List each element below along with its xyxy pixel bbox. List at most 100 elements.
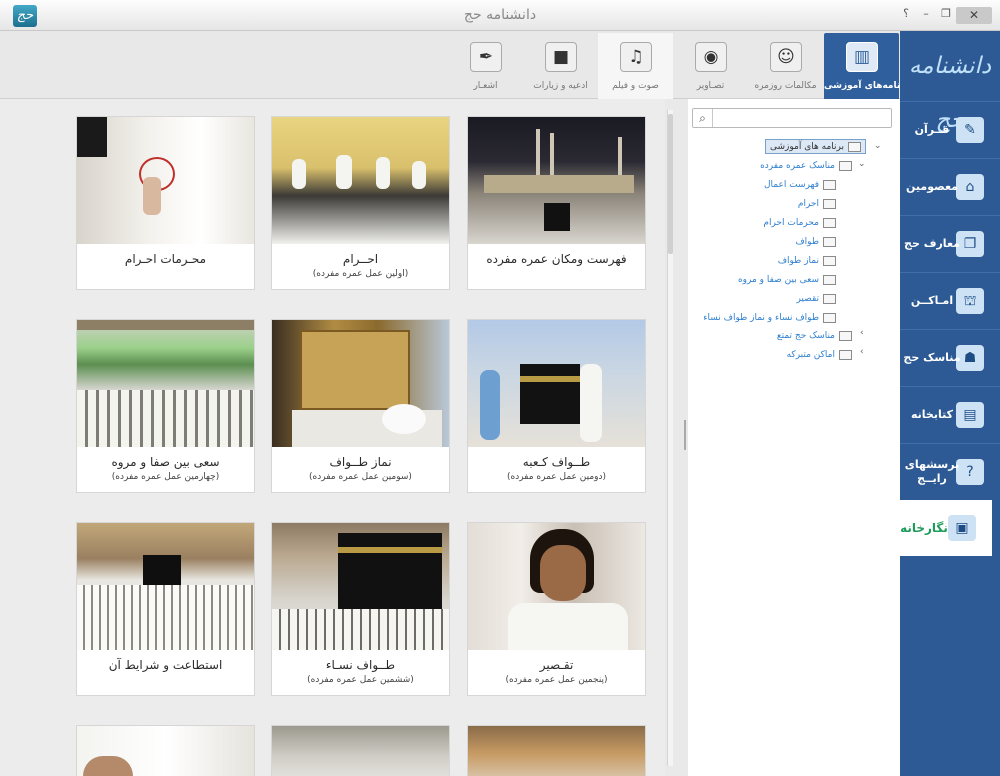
- tab-daily-conversations[interactable]: ☺ مکالمات روزمره: [748, 33, 823, 99]
- tree-item-label: تقصیر: [796, 293, 819, 304]
- tab-label: تصـاویر: [696, 81, 725, 91]
- chevron-left-icon[interactable]: ‹: [860, 347, 864, 357]
- chevron-left-icon[interactable]: ‹: [860, 328, 864, 338]
- tree-item-ihram[interactable]: احرام: [688, 195, 836, 212]
- gallery-card[interactable]: احــرام (اولین عمل عمره مفرده): [271, 116, 450, 290]
- camera-icon: ◉: [695, 42, 727, 72]
- picture-icon: [823, 198, 836, 209]
- card-title: طــواف نسـاء: [325, 658, 396, 672]
- sidebar-item-hajj-teachings[interactable]: ❐ معارف حج: [900, 215, 1000, 271]
- picture-icon: [823, 217, 836, 228]
- card-photo: [468, 726, 645, 776]
- chevron-down-icon[interactable]: ⌄: [858, 159, 866, 169]
- card-title: محـرمات احـرام: [124, 252, 207, 266]
- sidebar-item-faq[interactable]: ? پرسشهای رایــج: [900, 443, 1000, 499]
- gallery-card[interactable]: تقـصیر (پنجمین عمل عمره مفرده): [467, 522, 646, 696]
- sidebar-item-label: معارف حج: [904, 236, 960, 250]
- tree-panel: ⌕ ⌄ برنامه های آموزشی ⌄ مناسک عمره مفرده…: [688, 99, 900, 776]
- gallery-grid: فهرست ومکان عمره مفرده احــرام (اولین عم…: [0, 99, 665, 776]
- tree-item-ihram-prohibitions[interactable]: محرمات احرام: [688, 214, 836, 231]
- tree-item-holy-places[interactable]: اماکن متبرکه: [688, 346, 852, 363]
- picture-icon: [823, 255, 836, 266]
- card-photo: [468, 523, 645, 650]
- sidebar-item-masoomin[interactable]: ⌂ معصومین: [900, 158, 1000, 214]
- gallery-card[interactable]: [76, 725, 255, 776]
- search-icon[interactable]: ⌕: [693, 109, 713, 127]
- gallery-scrollbar[interactable]: [667, 110, 673, 766]
- sidebar-item-label: معصومین: [906, 179, 958, 193]
- picture-icon: [839, 160, 852, 171]
- tab-training-programs[interactable]: ▥ برنامه‌های آموزشی: [824, 33, 910, 99]
- tab-label: ادعیه و زیارات: [533, 81, 588, 91]
- card-title: احــرام: [342, 252, 379, 266]
- title-bar: حج دانشنامه حج ؟ – ❐ ✕: [0, 0, 1000, 31]
- gallery-card[interactable]: فهرست ومکان عمره مفرده: [467, 116, 646, 290]
- restore-button[interactable]: ❐: [936, 7, 956, 21]
- gallery-card[interactable]: نماز طــواف (سومین عمل عمره مفرده): [271, 319, 450, 493]
- tab-images[interactable]: ◉ تصـاویر: [673, 33, 748, 99]
- gallery-card[interactable]: طــواف کـعبه (دومین عمل عمره مفرده): [467, 319, 646, 493]
- gallery-card[interactable]: [467, 725, 646, 776]
- tree-root-node[interactable]: برنامه های آموزشی: [694, 138, 866, 155]
- conversation-icon: ☺: [770, 42, 802, 72]
- sidebar-item-hajj-rituals[interactable]: ☗ مناسک حج: [900, 329, 1000, 385]
- sidebar-item-label: کتابخانه: [910, 407, 953, 421]
- tab-prayers[interactable]: ■ ادعیه و زیارات: [523, 33, 598, 99]
- tree-item-label: محرمات احرام: [763, 217, 819, 228]
- card-title: فهرست ومکان عمره مفرده: [486, 252, 627, 266]
- card-title: طــواف کـعبه: [522, 455, 591, 469]
- sidebar-item-label: امـاكــن: [910, 293, 954, 307]
- help-button[interactable]: ؟: [896, 7, 916, 21]
- scrollbar-thumb[interactable]: [668, 114, 673, 254]
- tree-search-input[interactable]: [715, 110, 889, 126]
- gallery-card[interactable]: طــواف نسـاء (ششمین عمل عمره مفرده): [271, 522, 450, 696]
- tree-item-taqsir[interactable]: تقصیر: [688, 290, 836, 307]
- gallery-card[interactable]: استطاعت و شرایط آن: [76, 522, 255, 696]
- sidebar-item-quran[interactable]: ✎ قــرآن: [900, 101, 1000, 157]
- tree-item-sai[interactable]: سعی بین صفا و مروه: [688, 271, 836, 288]
- tree-item-tawaf-nisa[interactable]: طواف نساء و نماز طواف نساء: [688, 309, 836, 326]
- tree-item-label: مناسک عمره مفرده: [760, 160, 835, 171]
- panel-splitter-handle[interactable]: [684, 420, 686, 450]
- card-subtitle: (ششمین عمل عمره مفرده): [307, 675, 414, 685]
- card-subtitle: (اولین عمل عمره مفرده): [312, 269, 409, 279]
- sidebar-item-gallery[interactable]: ▣ نگارخانه: [892, 500, 992, 556]
- chevron-down-icon[interactable]: ⌄: [874, 141, 882, 151]
- close-button[interactable]: ✕: [956, 7, 992, 24]
- sidebar-item-label: قــرآن: [914, 122, 950, 136]
- encyclopedia-logo: دانشنامه حج: [908, 53, 992, 133]
- tab-poetry[interactable]: ✒ اشعـار: [448, 33, 523, 99]
- kaaba-icon: ■: [545, 42, 577, 72]
- gallery-card[interactable]: محـرمات احـرام: [76, 116, 255, 290]
- tree-item-tawaf-prayer[interactable]: نماز طواف: [688, 252, 836, 269]
- tree-item-label: طواف نساء و نماز طواف نساء: [703, 312, 819, 323]
- card-photo: [468, 117, 645, 244]
- tree-item-hajj-tamattu[interactable]: مناسک حج تمتع: [688, 327, 852, 344]
- sidebar-item-library[interactable]: ▤ کتابخانه: [900, 386, 1000, 442]
- card-photo: [272, 117, 449, 244]
- tab-audio-video[interactable]: ♫ صوت و فیلم: [598, 33, 673, 99]
- card-photo: [77, 320, 254, 447]
- card-photo: [272, 523, 449, 650]
- tree-item-list[interactable]: فهرست اعمال: [688, 176, 836, 193]
- picture-icon: [848, 141, 861, 152]
- gallery-card[interactable]: [271, 725, 450, 776]
- picture-icon: [839, 349, 852, 360]
- tree-item-umrah[interactable]: مناسک عمره مفرده: [688, 157, 852, 174]
- card-photo: [77, 726, 254, 776]
- picture-icon: [823, 236, 836, 247]
- tab-label: اشعـار: [473, 81, 498, 91]
- gallery-card[interactable]: سعی بین صفا و مروه (چهارمین عمل عمره مفر…: [76, 319, 255, 493]
- tree-item-label: اماکن متبرکه: [786, 349, 835, 360]
- sidebar-item-label: مناسک حج: [903, 350, 961, 364]
- tree-root-label: برنامه های آموزشی: [770, 141, 844, 152]
- card-subtitle: (پنجمین عمل عمره مفرده): [505, 675, 608, 685]
- minimize-button[interactable]: –: [916, 7, 936, 21]
- tree-item-tawaf[interactable]: طواف: [688, 233, 836, 250]
- tab-label: برنامه‌های آموزشی: [824, 81, 910, 91]
- card-subtitle: (دومین عمل عمره مفرده): [506, 472, 607, 482]
- sidebar-item-places[interactable]: ⛫ امـاكــن: [900, 272, 1000, 328]
- card-subtitle: (سومین عمل عمره مفرده): [309, 472, 412, 482]
- tree-item-label: احرام: [797, 198, 819, 209]
- tree-item-label: طواف: [795, 236, 819, 247]
